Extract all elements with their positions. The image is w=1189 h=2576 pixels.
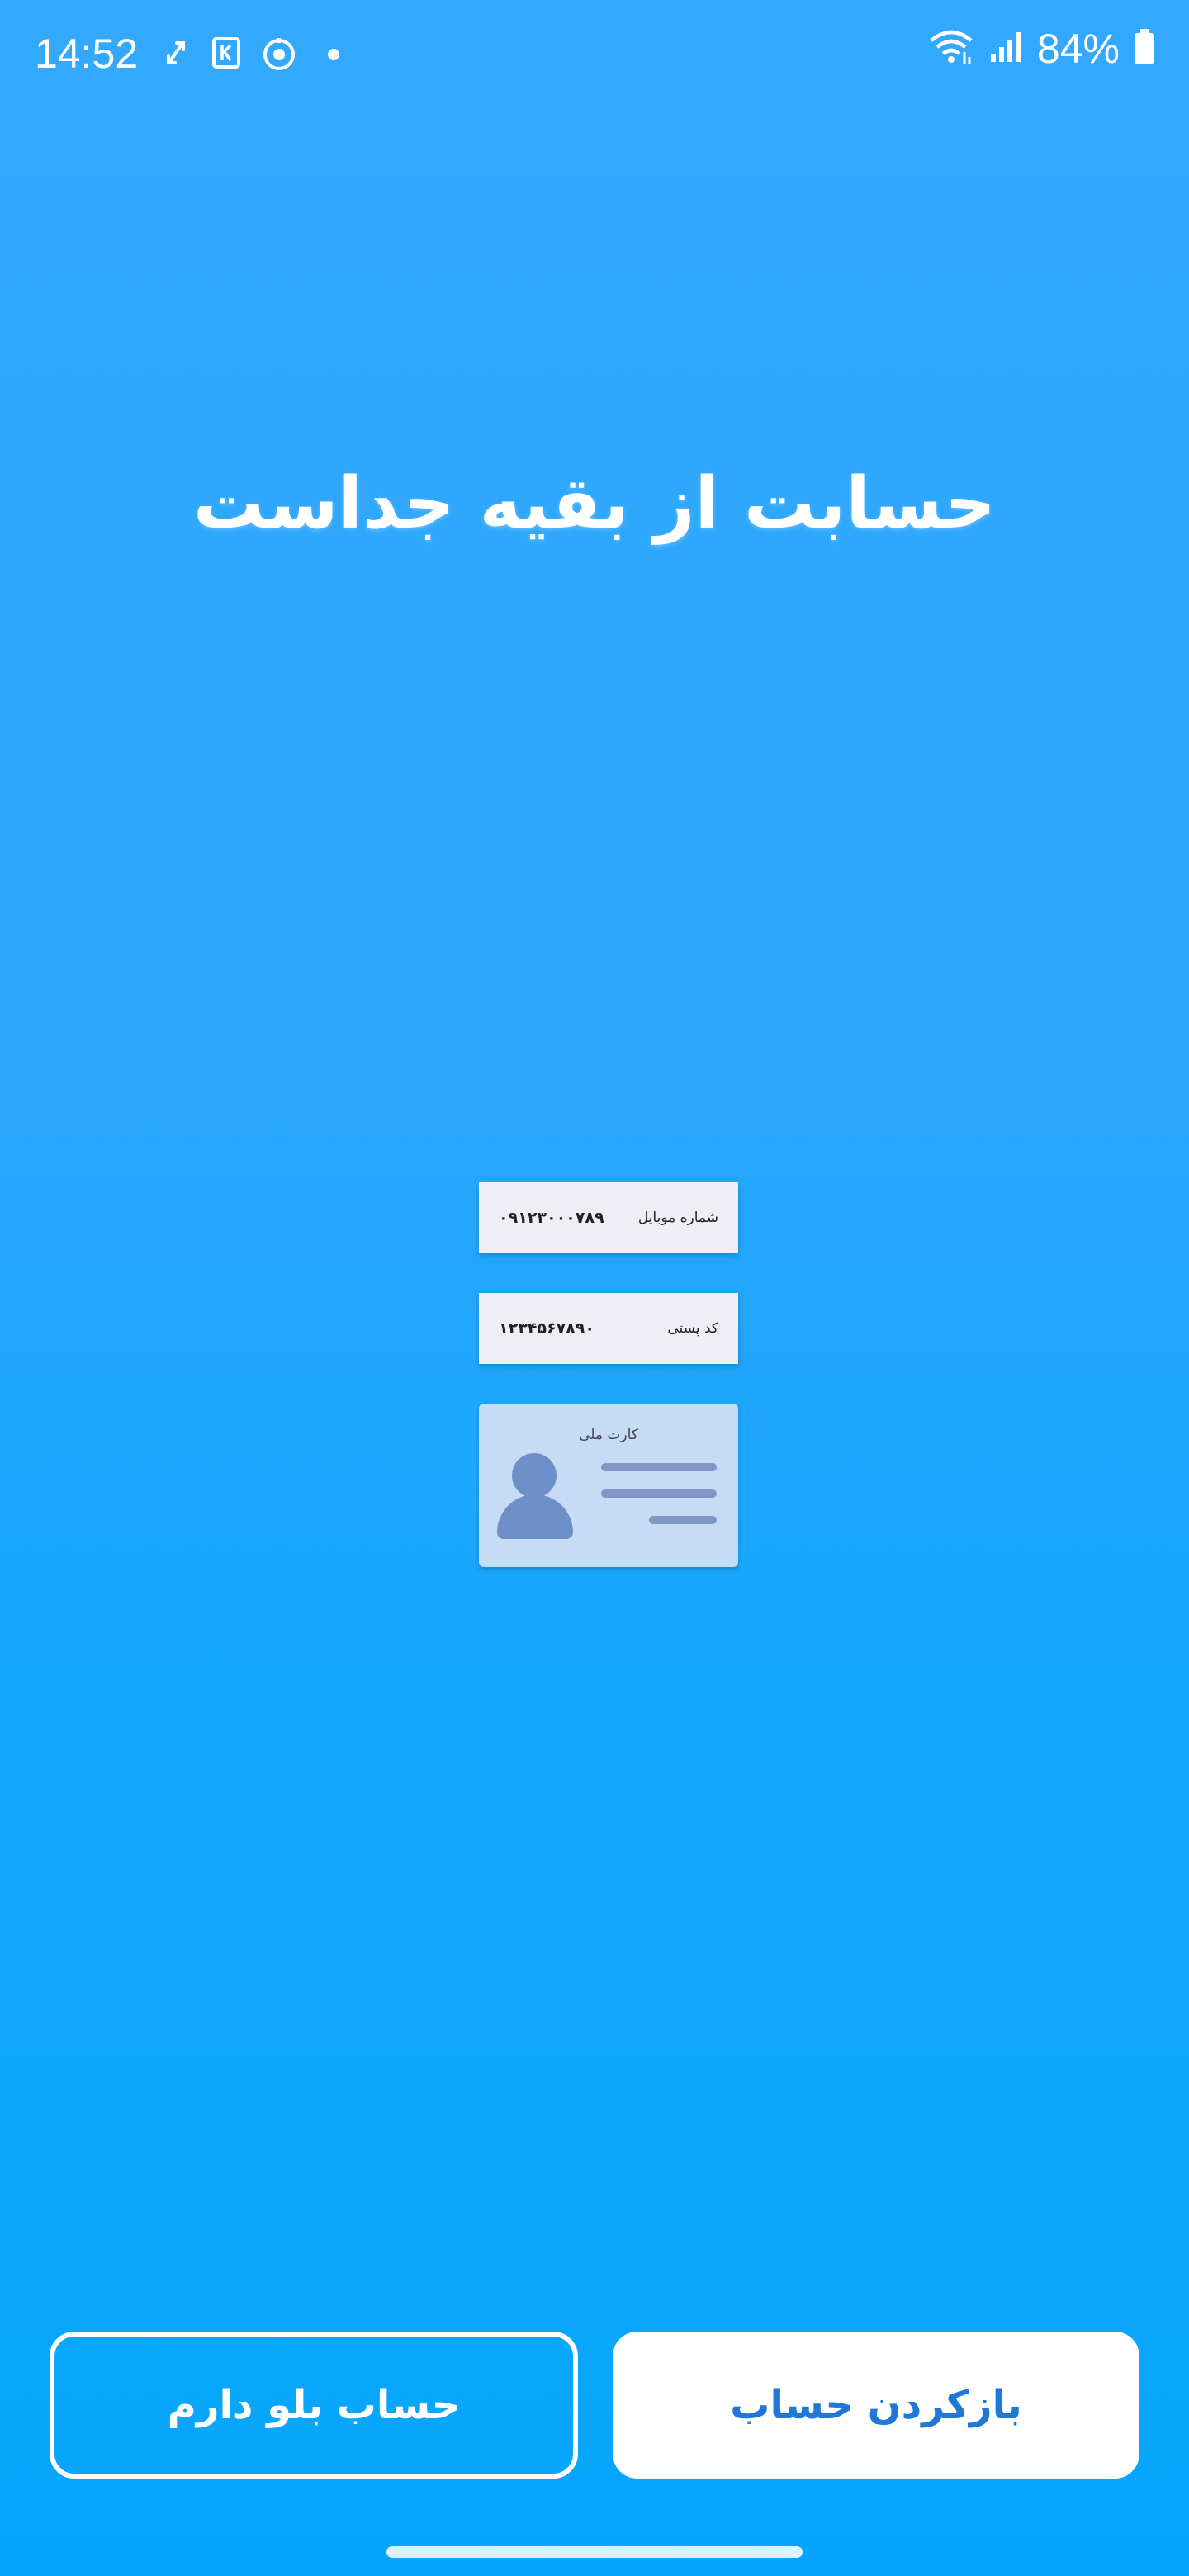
have-account-button[interactable]: حساب بلو دارم <box>50 2332 578 2479</box>
battery-percent: 84% <box>1036 26 1120 72</box>
k-app-icon <box>211 36 241 73</box>
mobile-number-card: ۰۹۱۲۳۰۰۰۷۸۹ شماره موبایل <box>479 1182 738 1253</box>
id-info-line <box>601 1489 717 1498</box>
id-card-title: کارت ملی <box>579 1427 638 1443</box>
id-avatar-head-icon <box>512 1453 557 1498</box>
open-account-button[interactable]: بازکردن حساب <box>613 2332 1139 2479</box>
mobile-number-value: ۰۹۱۲۳۰۰۰۷۸۹ <box>499 1209 604 1227</box>
wifi-icon <box>928 29 974 69</box>
home-indicator[interactable] <box>386 2546 803 2558</box>
target-icon <box>261 36 297 76</box>
battery-icon <box>1133 28 1156 69</box>
id-avatar-body-icon <box>497 1494 573 1539</box>
postal-code-value: ۱۲۳۴۵۶۷۸۹۰ <box>499 1319 594 1338</box>
id-info-line <box>601 1463 717 1471</box>
status-right-group: 84% <box>928 25 1156 73</box>
notification-dot-icon <box>327 48 340 64</box>
postal-code-card: ۱۲۳۴۵۶۷۸۹۰ کد پستی <box>479 1293 738 1364</box>
id-info-line <box>649 1516 717 1524</box>
mobile-number-label: شماره موبایل <box>637 1210 718 1226</box>
status-bar: 14:52 84% <box>0 0 1189 112</box>
onboarding-headline: حسابت از بقیه جداست <box>192 462 997 545</box>
status-time: 14:52 <box>35 31 139 77</box>
postal-code-label: کد پستی <box>667 1320 718 1337</box>
signal-icon <box>988 29 1024 69</box>
onboarding-illustration: ۰۹۱۲۳۰۰۰۷۸۹ شماره موبایل ۱۲۳۴۵۶۷۸۹۰ کد پ… <box>479 1182 738 1570</box>
national-id-card: کارت ملی <box>479 1404 738 1567</box>
sync-arrows-icon <box>162 36 190 73</box>
